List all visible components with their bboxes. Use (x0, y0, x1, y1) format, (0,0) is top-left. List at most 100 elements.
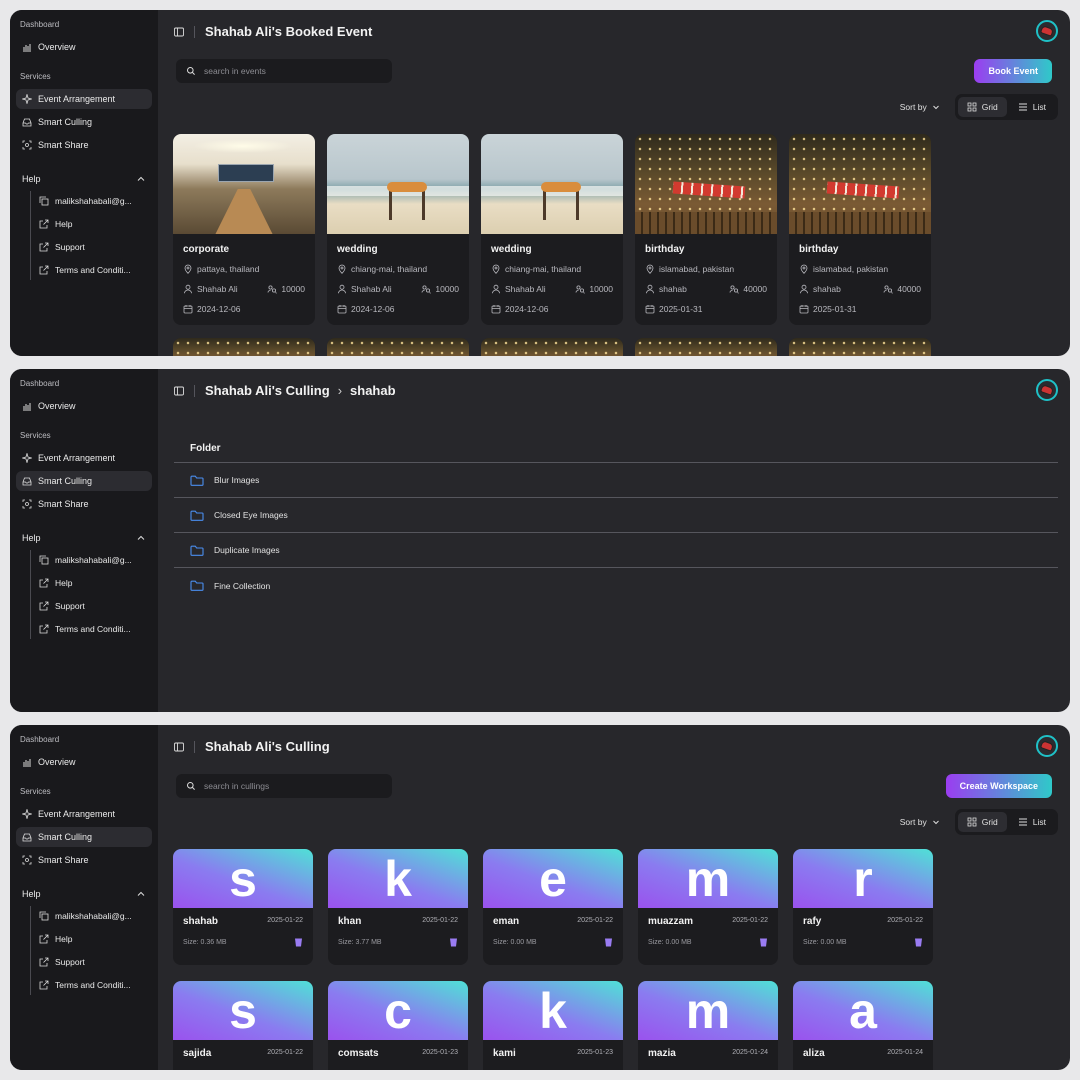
sidebar-item-overview[interactable]: Overview (16, 396, 152, 416)
avatar[interactable] (1036, 20, 1058, 42)
sidebar-item-support[interactable]: Support (33, 237, 152, 257)
culling-main: Shahab Ali's Culling Create Workspace So… (158, 725, 1070, 1070)
workspace-card[interactable]: s shahab 2025-01-22 Size: 0.36 MB (173, 849, 313, 965)
sidebar-item-smart-culling[interactable]: Smart Culling (16, 112, 152, 132)
sidebar-toggle-icon[interactable] (174, 27, 184, 37)
event-card[interactable] (327, 338, 469, 356)
grid-view-button[interactable]: Grid (957, 97, 1007, 117)
event-host: shahab (799, 284, 841, 294)
sidebar-item-support[interactable]: Support (33, 596, 152, 616)
sidebar-item-event-arrangement[interactable]: Event Arrangement (16, 89, 152, 109)
sort-dropdown[interactable]: Sort by (900, 102, 941, 112)
chevron-down-icon (931, 102, 941, 112)
sidebar-item-event-arrangement[interactable]: Event Arrangement (16, 448, 152, 468)
workspace-name: aliza (803, 1048, 825, 1059)
list-icon (1018, 817, 1028, 827)
trash-icon[interactable] (449, 937, 458, 947)
sort-dropdown[interactable]: Sort by (900, 817, 941, 827)
help-submenu: malikshahabali@g... Help Support Terms a… (30, 191, 152, 280)
sidebar-item-event-arrangement[interactable]: Event Arrangement (16, 804, 152, 824)
workspace-grid-row-2: s sajida 2025-01-22 c comsats 2025-01-23 k kami… (173, 981, 933, 1070)
workspace-name: khan (338, 916, 362, 927)
sidebar-help-toggle[interactable]: Help (16, 170, 152, 188)
create-workspace-button[interactable]: Create Workspace (945, 774, 1052, 798)
date-text: 2024-12-06 (351, 303, 395, 314)
workspace-card[interactable]: c comsats 2025-01-23 (328, 981, 468, 1070)
grid-view-button[interactable]: Grid (957, 812, 1007, 832)
workspace-card[interactable]: r rafy 2025-01-22 Size: 0.00 MB (793, 849, 933, 965)
sidebar-item-label: malikshahabali@g... (55, 555, 132, 565)
list-view-button[interactable]: List (1009, 812, 1055, 832)
folder-row[interactable]: Blur Images (174, 463, 1058, 498)
search-input[interactable] (204, 66, 374, 76)
sidebar-toggle-icon[interactable] (174, 742, 184, 752)
trash-icon[interactable] (759, 937, 768, 947)
folder-row[interactable]: Fine Collection (174, 568, 1058, 603)
workspace-card[interactable]: m mazia 2025-01-24 (638, 981, 778, 1070)
workspace-card[interactable]: s sajida 2025-01-22 (173, 981, 313, 1070)
sidebar-item-email[interactable]: malikshahabali@g... (33, 550, 152, 570)
trash-icon[interactable] (604, 937, 613, 947)
event-card[interactable] (635, 338, 777, 356)
sidebar-item-smart-share[interactable]: Smart Share (16, 135, 152, 155)
sidebar: Dashboard Overview Services Event Arrang… (10, 369, 158, 712)
trash-icon[interactable] (294, 937, 303, 947)
breadcrumb-root[interactable]: Shahab Ali's Culling (205, 383, 330, 398)
sidebar-item-overview[interactable]: Overview (16, 37, 152, 57)
event-location: islamabad, pakistan (645, 263, 767, 274)
sidebar-item-label: malikshahabali@g... (55, 911, 132, 921)
event-card[interactable]: wedding chiang-mai, thailand Shahab Ali 100… (327, 134, 469, 325)
event-card[interactable]: birthday islamabad, pakistan shahab 40000 20… (789, 134, 931, 325)
chart-icon (22, 757, 32, 767)
sidebar-section-dashboard: Dashboard (20, 735, 60, 744)
folder-name: Fine Collection (214, 580, 271, 591)
sidebar-item-terms[interactable]: Terms and Conditi... (33, 975, 152, 995)
sidebar-item-terms[interactable]: Terms and Conditi... (33, 619, 152, 639)
workspace-card[interactable]: e eman 2025-01-22 Size: 0.00 MB (483, 849, 623, 965)
sidebar-item-support[interactable]: Support (33, 952, 152, 972)
sidebar-help-toggle[interactable]: Help (16, 529, 152, 547)
folder-row[interactable]: Duplicate Images (174, 533, 1058, 568)
sidebar-item-terms[interactable]: Terms and Conditi... (33, 260, 152, 280)
workspace-card[interactable]: k khan 2025-01-22 Size: 3.77 MB (328, 849, 468, 965)
date-text: 2024-12-06 (197, 303, 241, 314)
folder-row[interactable]: Closed Eye Images (174, 498, 1058, 533)
sidebar-item-label: Smart Share (38, 855, 89, 865)
sparkle-icon (22, 809, 32, 819)
event-card[interactable] (789, 338, 931, 356)
workspace-card[interactable]: a aliza 2025-01-24 (793, 981, 933, 1070)
event-card[interactable]: wedding chiang-mai, thailand Shahab Ali 100… (481, 134, 623, 325)
book-event-button[interactable]: Book Event (974, 59, 1052, 83)
sidebar-item-smart-share[interactable]: Smart Share (16, 494, 152, 514)
search-input[interactable] (204, 781, 374, 791)
sidebar-item-help[interactable]: Help (33, 214, 152, 234)
event-card[interactable]: corporate pattaya, thailand Shahab Ali 1000… (173, 134, 315, 325)
external-link-icon (39, 265, 49, 275)
sidebar-item-email[interactable]: malikshahabali@g... (33, 906, 152, 926)
sidebar-item-overview[interactable]: Overview (16, 752, 152, 772)
event-card[interactable] (173, 338, 315, 356)
sidebar-help-toggle[interactable]: Help (16, 885, 152, 903)
search-icon (186, 781, 196, 791)
event-card[interactable]: birthday islamabad, pakistan shahab 40000 20… (635, 134, 777, 325)
workspace-name: eman (493, 916, 520, 927)
workspace-initial: c (328, 981, 468, 1040)
sidebar-item-email[interactable]: malikshahabali@g... (33, 191, 152, 211)
event-card[interactable] (481, 338, 623, 356)
sidebar-item-smart-culling[interactable]: Smart Culling (16, 471, 152, 491)
avatar[interactable] (1036, 379, 1058, 401)
sidebar-item-help[interactable]: Help (33, 929, 152, 949)
workspace-card[interactable]: k kami 2025-01-23 (483, 981, 623, 1070)
sidebar-toggle-icon[interactable] (174, 386, 184, 396)
sidebar-item-label: malikshahabali@g... (55, 196, 132, 206)
copy-icon (39, 911, 49, 921)
external-link-icon (39, 624, 49, 634)
trash-icon[interactable] (914, 937, 923, 947)
avatar[interactable] (1036, 735, 1058, 757)
list-view-button[interactable]: List (1009, 97, 1055, 117)
sidebar-item-help[interactable]: Help (33, 573, 152, 593)
scan-icon (22, 855, 32, 865)
workspace-card[interactable]: m muazzam 2025-01-22 Size: 0.00 MB (638, 849, 778, 965)
sidebar-item-smart-share[interactable]: Smart Share (16, 850, 152, 870)
sidebar-item-smart-culling[interactable]: Smart Culling (16, 827, 152, 847)
